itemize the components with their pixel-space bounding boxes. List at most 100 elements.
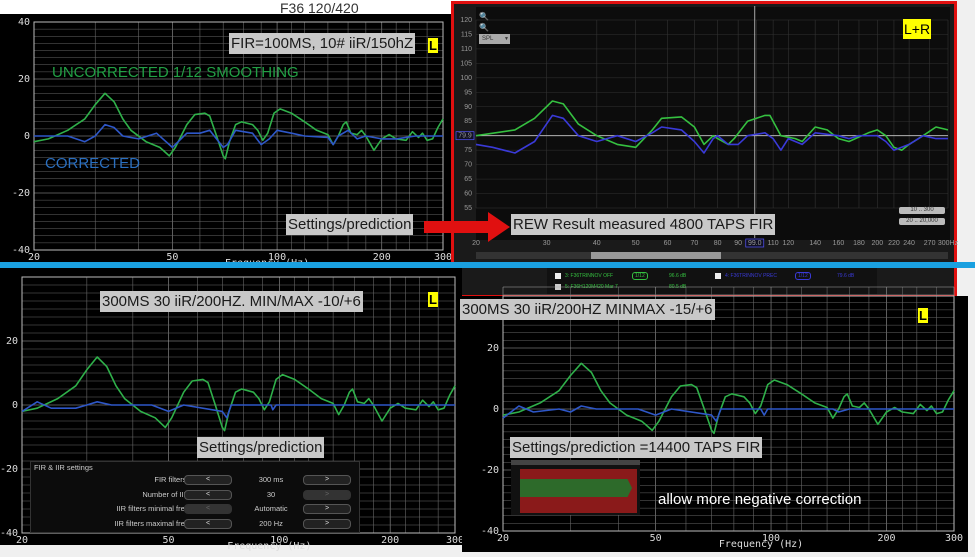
x-tick-label: 30 [543, 240, 551, 247]
horizontal-scrollbar[interactable] [476, 252, 948, 259]
rew-legend: 3: F36TRINNOV OFF 1/12 96.6 dB 4: F36TRI… [547, 266, 877, 294]
y-tick-label: 20 [6, 336, 18, 347]
channel-badge-rew: L+R [903, 19, 932, 39]
x-tick-label: 200 [381, 535, 399, 546]
x-tick-label: 140 [809, 240, 821, 247]
title-note-bottom-left: 300MS 30 iiR/200HZ. MIN/MAX -10/+6 [100, 291, 363, 312]
y-tick-label: 0 [24, 131, 30, 142]
x-tick-label: 80 [714, 240, 722, 247]
legend-label-4: 4: F36TRINNOV PREC [725, 273, 777, 279]
y-tick-label: 60 [464, 191, 472, 198]
x-tick-label: 200 [871, 240, 883, 247]
smoothing-badge-3: 1/12 [632, 272, 648, 280]
decrease-button[interactable]: < [184, 519, 232, 529]
y-tick-label: 100 [460, 75, 472, 82]
correction-limits-thumbnail [511, 460, 640, 515]
x-axis-label: Frequency (Hz) [227, 541, 311, 552]
channel-badge-bottom-right: L [918, 308, 928, 323]
chevron-down-icon: ▼ [504, 36, 509, 42]
y-tick-label: 0 [12, 400, 18, 411]
y-tick-label: 55 [464, 205, 472, 212]
thumbnail-plot [520, 469, 637, 513]
x-tick-label: 300 [945, 533, 963, 544]
settings-note-bottom-right: Settings/prediction =14400 TAPS FIR [510, 437, 763, 458]
settings-value: 300 ms [258, 475, 284, 484]
x-tick-label: 160 [833, 240, 845, 247]
range-button-20-20000[interactable]: 20 .. 20,000 [899, 218, 945, 225]
x-tick-label: 40 [593, 240, 601, 247]
legend-value-3: 96.6 dB [669, 273, 687, 279]
x-tick-label: 60 [664, 240, 672, 247]
y-tick-label: 105 [460, 60, 472, 67]
x-tick-label: 50 [632, 240, 640, 247]
channel-badge-bottom-left: L [428, 292, 438, 307]
settings-value: 200 Hz [259, 519, 283, 528]
settings-value: 30 [266, 490, 276, 499]
x-tick-label: 300Hz [938, 240, 959, 247]
x-tick-label: 270 [924, 240, 936, 247]
x-tick-label: 120 [782, 240, 794, 247]
y-tick-label: 20 [18, 74, 30, 85]
channel-badge-top-left: L [428, 38, 438, 53]
header-strip: F36 120/420 [0, 0, 460, 14]
y-tick-label: 90 [464, 104, 472, 111]
legend-checkbox-3[interactable] [555, 273, 561, 279]
legend-uncorrected: UNCORRECTED 1/12 SMOOTHING [52, 64, 299, 81]
legend-value-4: 79.6 dB [837, 273, 855, 279]
arrow-head [488, 212, 510, 242]
x-tick-label: 90 [734, 240, 742, 247]
x-tick-label: 220 [888, 240, 900, 247]
y-tick-label: 110 [461, 46, 472, 53]
x-tick-label: 50 [650, 533, 662, 544]
y-tick-label: 120 [460, 17, 472, 24]
range-button-10-300[interactable]: 10 .. 300 [899, 207, 945, 214]
y-tick-label: -20 [0, 464, 18, 475]
x-axis-label: Frequency (Hz) [719, 539, 803, 550]
spl-select[interactable]: SPL ▼ [479, 34, 510, 44]
settings-row-iir-min-freq: IIR filters minimal frequency < Automati… [31, 503, 359, 515]
settings-title: FIR & IIR settings [34, 463, 93, 472]
increase-button[interactable]: > [303, 490, 351, 500]
x-tick-label: 20 [16, 535, 28, 546]
x-tick-label: 70 [690, 240, 698, 247]
x-tick-label: 20 [472, 240, 480, 247]
zoom-in-icon[interactable]: 🔍 [479, 12, 489, 21]
legend-label-3: 3: F36TRINNOV OFF [565, 273, 614, 279]
zoom-out-icon[interactable]: 🔍 [479, 23, 489, 32]
scrollbar-thumb[interactable] [591, 252, 721, 259]
increase-button[interactable]: > [303, 519, 351, 529]
x-cursor-value: 99.0 [748, 240, 762, 247]
x-tick-label: 20 [497, 533, 509, 544]
thumbnail-tabs [511, 460, 640, 465]
x-tick-label: 200 [877, 533, 895, 544]
divider-line [0, 262, 975, 268]
y-tick-label: 115 [461, 31, 472, 38]
thumbnail-band [520, 479, 632, 497]
y-tick-label: 75 [464, 147, 472, 154]
title-note-bottom-right: 300MS 30 iiR/200HZ MINMAX -15/+6 [460, 299, 715, 320]
y-tick-label: -20 [12, 188, 30, 199]
rew-result-note: REW Result measured 4800 TAPS FIR [511, 214, 776, 235]
decrease-button[interactable]: < [184, 490, 232, 500]
settings-row-iir-max-freq: IIR filters maximal frequency < 200 Hz > [31, 518, 359, 530]
settings-note-bottom-left: Settings/prediction [197, 437, 325, 458]
decrease-button[interactable]: < [184, 475, 232, 485]
legend-checkbox-4[interactable] [715, 273, 721, 279]
settings-row-iir-count: Number of IIR filters < 30 > [31, 489, 359, 501]
title-note-top-left: FIR=100MS, 10# iiR/150hZ [229, 33, 416, 54]
y-tick-label: 85 [464, 118, 472, 125]
y-tick-label: 70 [464, 162, 472, 169]
increase-button[interactable]: > [303, 504, 351, 514]
decrease-button[interactable]: < [184, 504, 232, 514]
y-tick-label: 0 [493, 404, 499, 415]
y-tick-label: 95 [464, 89, 472, 96]
y-cursor-value: 79.9 [458, 133, 472, 140]
y-tick-label: 20 [487, 343, 499, 354]
x-tick-label: 50 [162, 535, 174, 546]
x-tick-label: 110 [768, 240, 779, 247]
y-tick-label: 65 [464, 176, 472, 183]
header-title: F36 120/420 [280, 2, 359, 14]
x-tick-label: 180 [853, 240, 865, 247]
increase-button[interactable]: > [303, 475, 351, 485]
y-tick-label: 40 [18, 17, 30, 28]
